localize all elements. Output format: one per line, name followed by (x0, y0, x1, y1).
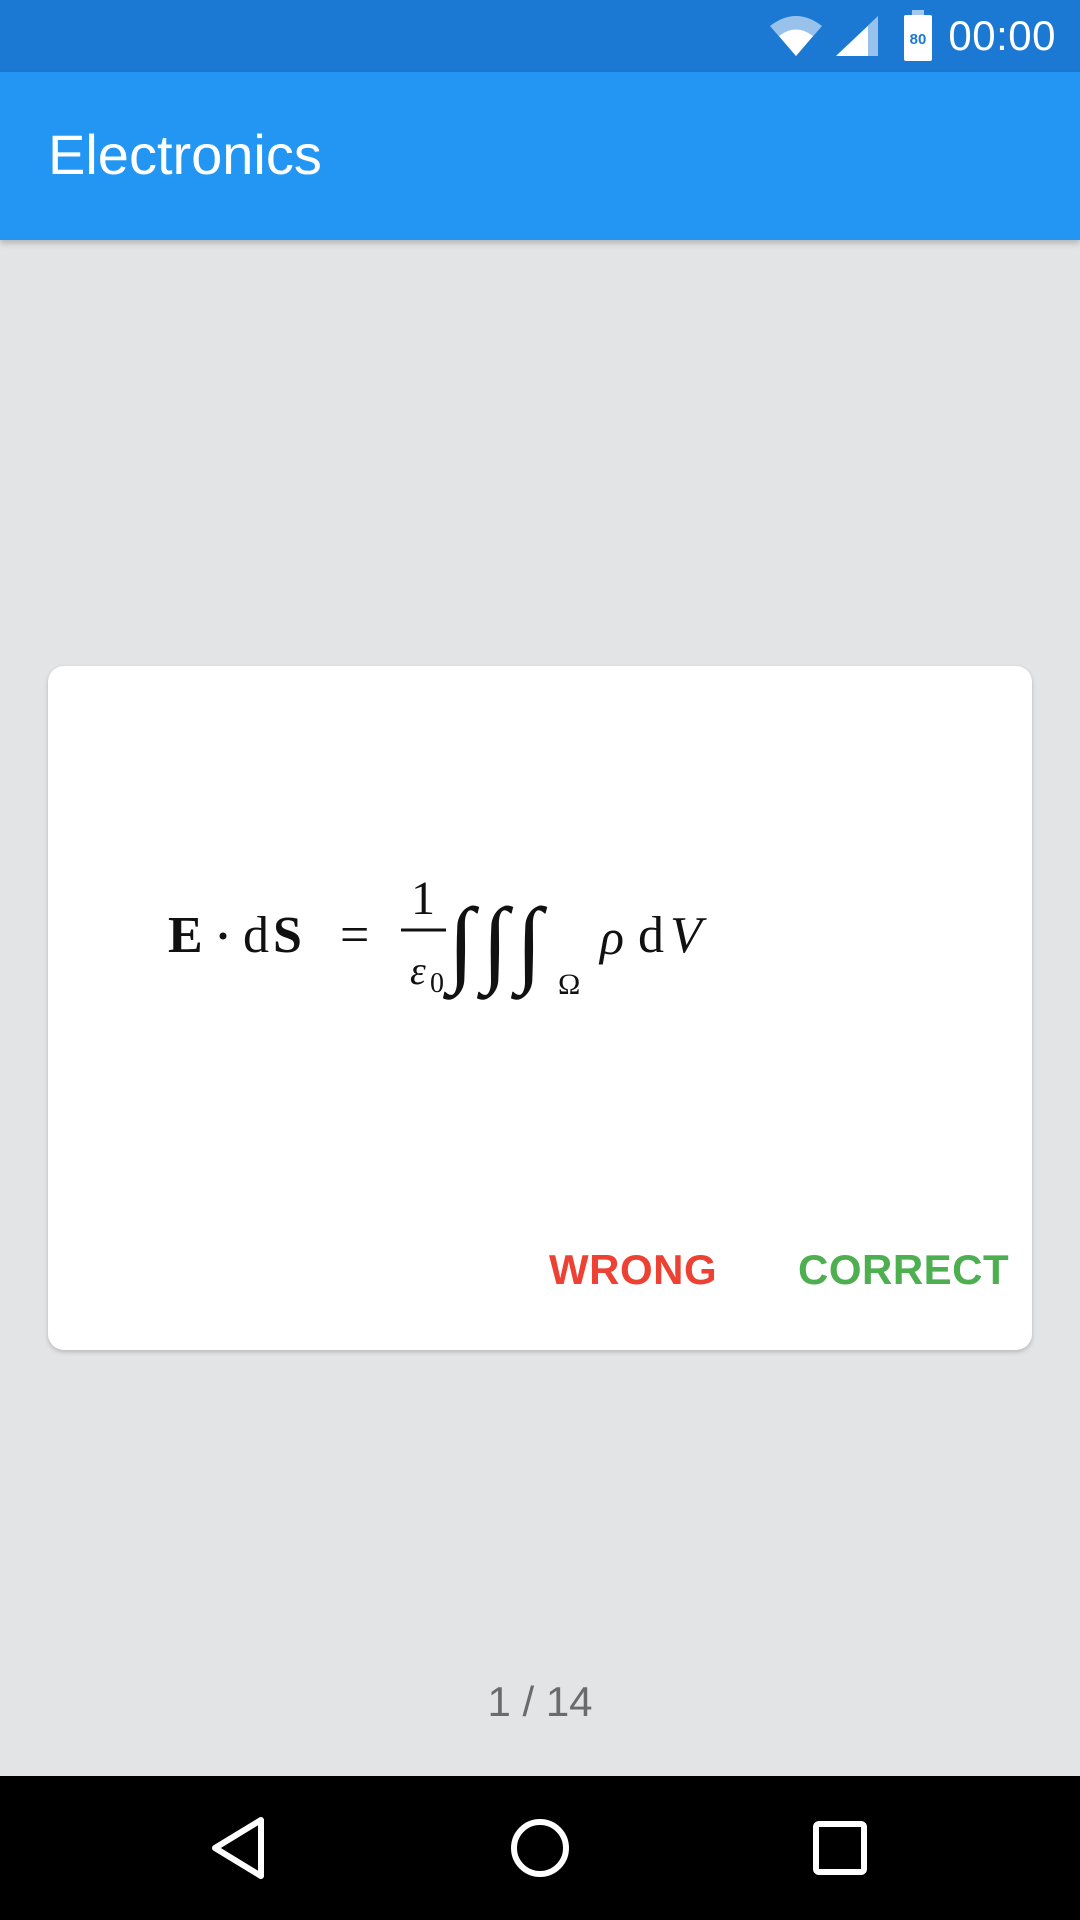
app-title: Electronics (48, 123, 322, 186)
svg-text:d: d (638, 907, 664, 964)
svg-text:E: E (168, 907, 203, 964)
home-icon[interactable] (490, 1798, 590, 1898)
svg-text:ε: ε (410, 948, 426, 993)
svg-text:ρ: ρ (598, 909, 624, 965)
wrong-button[interactable]: WRONG (549, 1246, 717, 1294)
svg-text:S: S (273, 907, 302, 964)
svg-text:0: 0 (430, 968, 444, 999)
svg-text:1: 1 (411, 872, 435, 925)
main-content: E d S = 1 ε 0 ∫ ∫ ∫ Ω ρ d V WRONG CORREC… (0, 240, 1080, 1776)
app-bar: Electronics (0, 72, 1080, 240)
status-bar: 80 00:00 (0, 0, 1080, 72)
svg-text:=: = (340, 907, 369, 964)
svg-text:d: d (243, 907, 269, 964)
flashcard: E d S = 1 ε 0 ∫ ∫ ∫ Ω ρ d V WRONG CORREC… (48, 666, 1032, 1350)
svg-text:Ω: Ω (558, 968, 580, 1001)
navigation-bar (0, 1776, 1080, 1920)
page-indicator: 1 / 14 (487, 1678, 593, 1725)
battery-icon: 80 (904, 10, 933, 61)
correct-button[interactable]: CORRECT (798, 1246, 1009, 1294)
svg-text:∫: ∫ (442, 888, 480, 1000)
status-icons: 80 00:00 (768, 0, 1056, 72)
svg-text:80: 80 (910, 31, 927, 48)
recents-icon[interactable] (790, 1798, 890, 1898)
back-icon[interactable] (191, 1798, 291, 1898)
wifi-icon (770, 16, 823, 56)
card-actions: WRONG CORRECT (48, 1246, 1032, 1306)
svg-text:∫: ∫ (510, 888, 548, 1000)
svg-text:∫: ∫ (476, 888, 514, 1000)
svg-text:V: V (670, 907, 707, 964)
clock: 00:00 (948, 12, 1056, 59)
cell-signal-icon (836, 16, 879, 56)
formula-image: E d S = 1 ε 0 ∫ ∫ ∫ Ω ρ d V (168, 872, 707, 1001)
